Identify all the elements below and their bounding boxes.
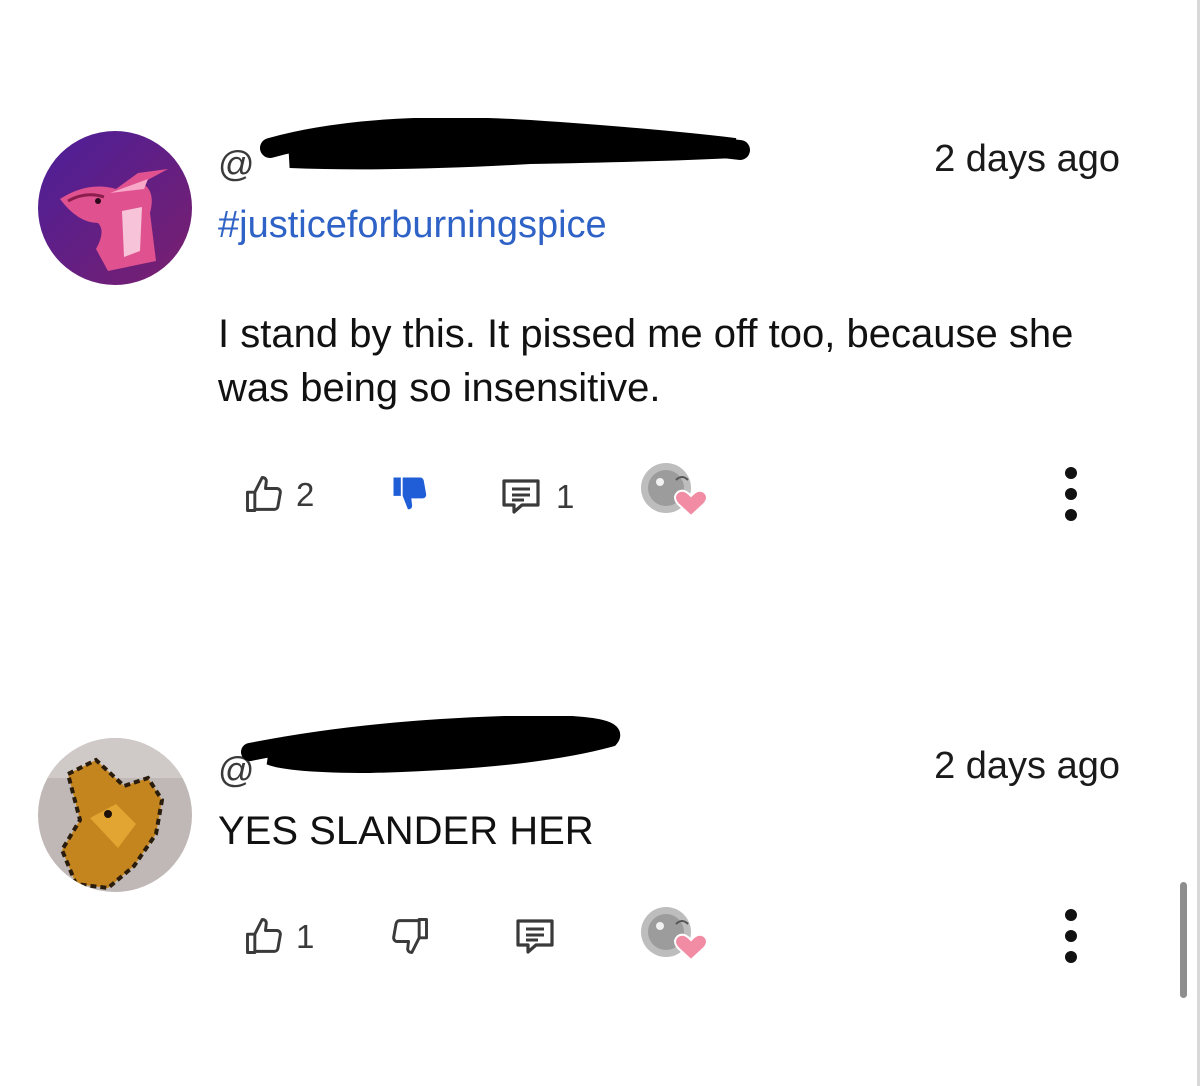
- more-options-button[interactable]: [1058, 908, 1084, 969]
- like-button[interactable]: 1: [242, 914, 314, 958]
- avatar[interactable]: [38, 738, 192, 892]
- thumbs-up-icon: [246, 476, 282, 512]
- dragon-avatar-orange-icon: [38, 738, 192, 892]
- reply-bubble-icon: [502, 479, 540, 514]
- creator-heart: [640, 904, 708, 966]
- comments-screen: @ 2 days ago #justiceforburningspice I s…: [0, 0, 1200, 1086]
- creator-heart-icon: [641, 463, 708, 518]
- like-count: 2: [296, 475, 315, 513]
- hashtag-link[interactable]: #justiceforburningspice: [218, 206, 607, 244]
- dislike-button[interactable]: [388, 472, 432, 516]
- like-count: 1: [296, 917, 315, 955]
- dislike-button[interactable]: [388, 914, 432, 958]
- comment-text: YES SLANDER HER: [218, 809, 594, 853]
- comment-text: I stand by this. It pissed me off too, b…: [218, 312, 1074, 410]
- reply-button[interactable]: 1: [496, 472, 574, 520]
- more-vertical-icon: [1065, 467, 1077, 521]
- dragon-avatar-pink-icon: [38, 131, 192, 285]
- redaction-scribble: [241, 716, 621, 774]
- redaction-scribble: [260, 118, 750, 170]
- avatar[interactable]: [38, 131, 192, 285]
- like-button[interactable]: 2: [242, 472, 314, 516]
- more-options-button[interactable]: [1058, 466, 1084, 527]
- thumbs-up-icon: [246, 918, 282, 954]
- creator-heart-icon: [641, 907, 708, 962]
- more-vertical-icon: [1065, 909, 1077, 963]
- comment-timestamp: 2 days ago: [934, 745, 1120, 787]
- creator-heart: [640, 460, 708, 522]
- scrollbar[interactable]: [1180, 882, 1187, 998]
- comment-timestamp: 2 days ago: [934, 138, 1120, 180]
- reply-button[interactable]: [510, 912, 570, 960]
- reply-count: 1: [556, 477, 575, 515]
- thumbs-down-icon: [393, 477, 427, 510]
- thumbs-down-icon: [392, 918, 428, 954]
- reply-bubble-icon: [516, 919, 554, 954]
